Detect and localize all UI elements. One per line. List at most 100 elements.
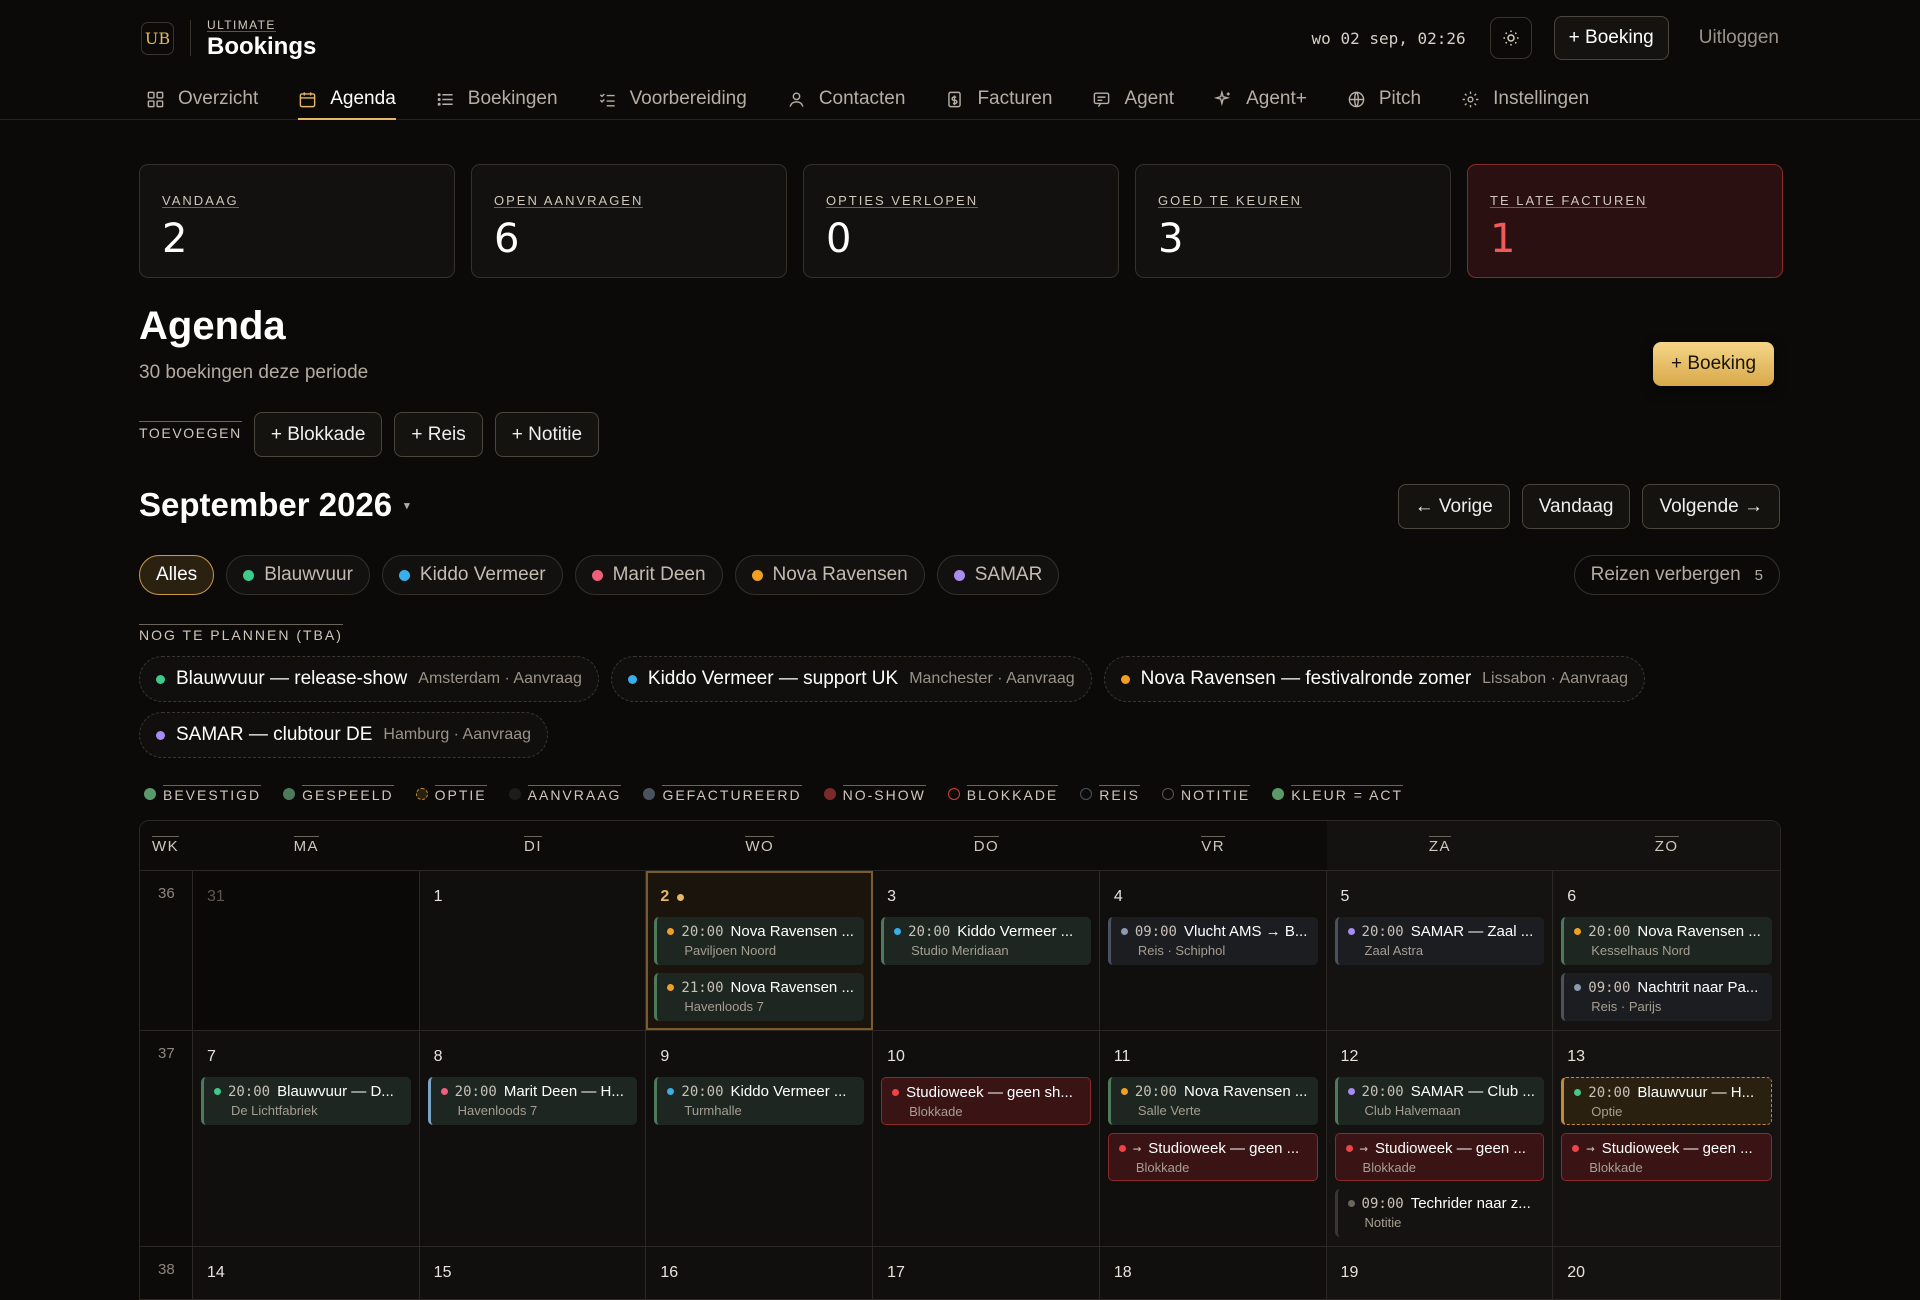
tba-item[interactable]: SAMAR — clubtour DE Hamburg · Aanvraag [139,712,549,758]
event-line: 20:00 Blauwvuur — D... [213,1083,403,1100]
next-button[interactable]: Volgende → [1642,484,1780,529]
day-cell[interactable]: 13 20:00 Blauwvuur — H... Optie → Studioweek … [1553,1031,1780,1246]
add-trip-button[interactable]: + Reis [394,412,483,457]
kpi-card[interactable]: OPTIES VERLOPEN 0 [803,164,1119,278]
day-cell[interactable]: 14 [192,1247,420,1299]
calendar-event[interactable]: → Studioweek — geen ... Blokkade [1107,1133,1318,1181]
filter-marit-deen[interactable]: Marit Deen [574,555,723,595]
tba-item[interactable]: Kiddo Vermeer — support UK Manchester · A… [610,656,1092,702]
tab-pitch[interactable]: Pitch [1347,78,1441,120]
tab-label: Facturen [977,88,1053,109]
legend-label: AANVRAAG [527,785,622,803]
day-cell[interactable]: 11 20:00 Nova Ravensen ... Salle Verte → Stud… [1099,1031,1327,1246]
day-cell[interactable]: 10 Studioweek — geen sh... Blokkade [873,1031,1100,1246]
day-cell[interactable]: 3 20:00 Kiddo Vermeer ... Studio Meridiaan [873,871,1100,1030]
event-subtitle: Studio Meridiaan [911,943,1009,958]
prev-button[interactable]: ← Vorige [1397,484,1510,529]
kpi-card[interactable]: GOED TE KEUREN 3 [1135,164,1451,278]
calendar-event[interactable]: 20:00 Kiddo Vermeer ... Turmhalle [654,1077,865,1125]
filter-kiddo-vermeer[interactable]: Kiddo Vermeer [381,555,563,595]
calendar-event[interactable]: 20:00 Kiddo Vermeer ... Studio Meridiaan [881,917,1091,965]
calendar-event[interactable]: 20:00 Marit Deen — H... Havenloods 7 [427,1077,638,1125]
calendar-event[interactable]: 09:00 Nachtrit naar Pa... Reis · Parijs [1561,973,1772,1021]
week-row: 36 31 1 2 20:00 Nova Ravensen ... Paviljoen No… [140,871,1780,1031]
tab-facturen[interactable]: Facturen [945,78,1072,120]
tba-item[interactable]: Blauwvuur — release-show Amsterdam · Aanv… [139,656,599,702]
filter-alles[interactable]: Alles [139,555,215,595]
day-cell[interactable]: 8 20:00 Marit Deen — H... Havenloods 7 [419,1031,647,1246]
day-cell[interactable]: 9 20:00 Kiddo Vermeer ... Turmhalle [646,1031,874,1246]
event-title: Nachtrit naar Pa... [1637,979,1759,996]
day-cell[interactable]: 15 [419,1247,647,1299]
legend-swatch [1161,788,1174,800]
event-time: 20:00 [227,1083,271,1100]
filter-blauwvuur[interactable]: Blauwvuur [226,555,370,595]
day-cell[interactable]: 1 [419,871,647,1030]
day-cell[interactable]: 20 [1553,1247,1780,1299]
calendar-event[interactable]: → Studioweek — geen ... Blokkade [1334,1133,1545,1181]
tab-contacten[interactable]: Contacten [787,78,926,120]
month-calendar: WK MA DI WO DO VR ZA ZO 36 31 1 2 20:00 Nova Ravense… [139,820,1781,1300]
tab-agent[interactable]: Agent [1092,78,1194,120]
today-button[interactable]: Vandaag [1521,484,1631,529]
tab-voorbereiding[interactable]: Voorbereiding [598,78,767,120]
tab-boekingen[interactable]: Boekingen [436,78,578,120]
day-cell[interactable]: 7 20:00 Blauwvuur — D... De Lichtfabriek [192,1031,420,1246]
add-booking-button[interactable]: + Boeking [1653,342,1775,386]
kpi-card[interactable]: OPEN AANVRAGEN 6 [471,164,787,278]
event-title: Studioweek — geen ... [1601,1140,1753,1157]
calendar-event[interactable]: 20:00 Nova Ravensen ... Kesselhaus Nord [1561,917,1772,965]
hide-trips-toggle[interactable]: Reizen verbergen 5 [1573,555,1780,595]
event-line: 20:00 Marit Deen — H... [440,1083,630,1100]
day-cell[interactable]: 31 [192,871,420,1030]
new-booking-button[interactable]: + Boeking [1553,16,1669,60]
logout-link[interactable]: Uitloggen [1691,27,1779,49]
header-actions: wo 02 sep, 02:26 + Boeking Uitloggen [1312,16,1779,60]
tab-instellingen[interactable]: Instellingen [1461,78,1609,120]
day-cell[interactable]: 6 20:00 Nova Ravensen ... Kesselhaus Nord 09… [1553,871,1780,1030]
kpi-card[interactable]: TE LATE FACTUREN 1 [1467,164,1783,278]
tba-item[interactable]: Nova Ravensen — festivalronde zomer Lissa… [1103,656,1646,702]
calendar-event[interactable]: Studioweek — geen sh... Blokkade [881,1077,1091,1125]
col-header-label: DI [524,836,543,855]
calendar-event[interactable]: 20:00 Nova Ravensen ... Paviljoen Noord [654,917,865,965]
add-blockade-button[interactable]: + Blokkade [253,412,383,457]
calendar-event[interactable]: 09:00 Techrider naar z... Notitie [1334,1189,1545,1237]
tab-overzicht[interactable]: Overzicht [146,78,278,120]
day-cell[interactable]: 19 [1326,1247,1554,1299]
kpi-label: OPTIES VERLOPEN [826,193,979,208]
calendar-event[interactable]: 20:00 SAMAR — Zaal ... Zaal Astra [1334,917,1545,965]
day-cell[interactable]: 17 [873,1247,1100,1299]
kpi-card[interactable]: VANDAAG 2 [139,164,455,278]
calendar-event[interactable]: 20:00 SAMAR — Club ... Club Halvemaan [1334,1077,1545,1125]
calendar-event[interactable]: 20:00 Nova Ravensen ... Salle Verte [1107,1077,1318,1125]
event-subtitle: Salle Verte [1137,1103,1201,1118]
filter-samar[interactable]: SAMAR [936,555,1060,595]
period-nav: ← Vorige Vandaag Volgende → [1397,484,1780,529]
calendar-event[interactable]: 09:00 Vlucht AMS → B... Reis · Schiphol [1107,917,1318,965]
tab-agent-[interactable]: Agent+ [1214,78,1327,120]
calendar-event[interactable]: 21:00 Nova Ravensen ... Havenloods 7 [654,973,865,1021]
day-number: 8 [428,1045,638,1069]
month-selector[interactable]: September 2026 ▾ [139,486,410,524]
day-cell[interactable]: 4 09:00 Vlucht AMS → B... Reis · Schiphol [1099,871,1327,1030]
brand[interactable]: UB ULTIMATE Bookings [141,16,316,60]
day-number: 18 [1108,1261,1318,1285]
day-cell[interactable]: 12 20:00 SAMAR — Club ... Club Halvemaan → St… [1326,1031,1554,1246]
legend-item: KLEUR = ACT [1272,785,1404,803]
day-cell[interactable]: 18 [1099,1247,1327,1299]
add-note-button[interactable]: + Notitie [494,412,600,457]
event-line: 20:00 SAMAR — Club ... [1347,1083,1537,1100]
tab-agenda[interactable]: Agenda [298,78,416,120]
calendar-event[interactable]: → Studioweek — geen ... Blokkade [1561,1133,1772,1181]
calendar-event[interactable]: 20:00 Blauwvuur — H... Optie [1561,1077,1772,1125]
day-number-label: 3 [887,888,897,905]
day-cell[interactable]: 2 20:00 Nova Ravensen ... Paviljoen Noord 21… [646,871,874,1030]
calendar-event[interactable]: 20:00 Blauwvuur — D... De Lichtfabriek [200,1077,411,1125]
theme-toggle-button[interactable] [1489,17,1532,59]
tba-name: Nova Ravensen — festivalronde zomer [1140,668,1472,689]
day-cell[interactable]: 5 20:00 SAMAR — Zaal ... Zaal Astra [1326,871,1554,1030]
event-line: → Studioweek — geen ... [1345,1140,1536,1157]
filter-nova-ravensen[interactable]: Nova Ravensen [734,555,925,595]
day-cell[interactable]: 16 [646,1247,874,1299]
